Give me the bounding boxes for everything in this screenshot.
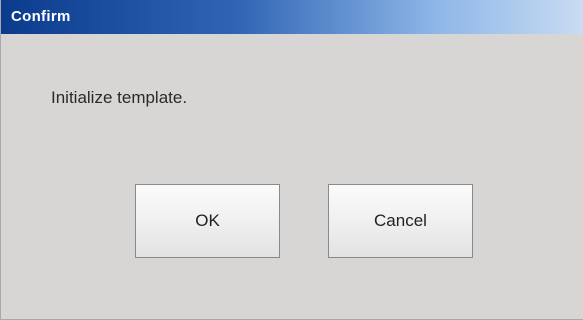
dialog-message: Initialize template. [51, 88, 188, 107]
dialog-titlebar[interactable]: Confirm [1, 0, 583, 34]
dialog-title: Confirm [11, 8, 71, 25]
cancel-button-label: Cancel [374, 211, 427, 230]
ok-button[interactable]: OK [135, 184, 280, 258]
ok-button-label: OK [195, 211, 220, 230]
cancel-button[interactable]: Cancel [328, 184, 473, 258]
confirm-dialog: Confirm Initialize template. OK Cancel [0, 0, 583, 320]
